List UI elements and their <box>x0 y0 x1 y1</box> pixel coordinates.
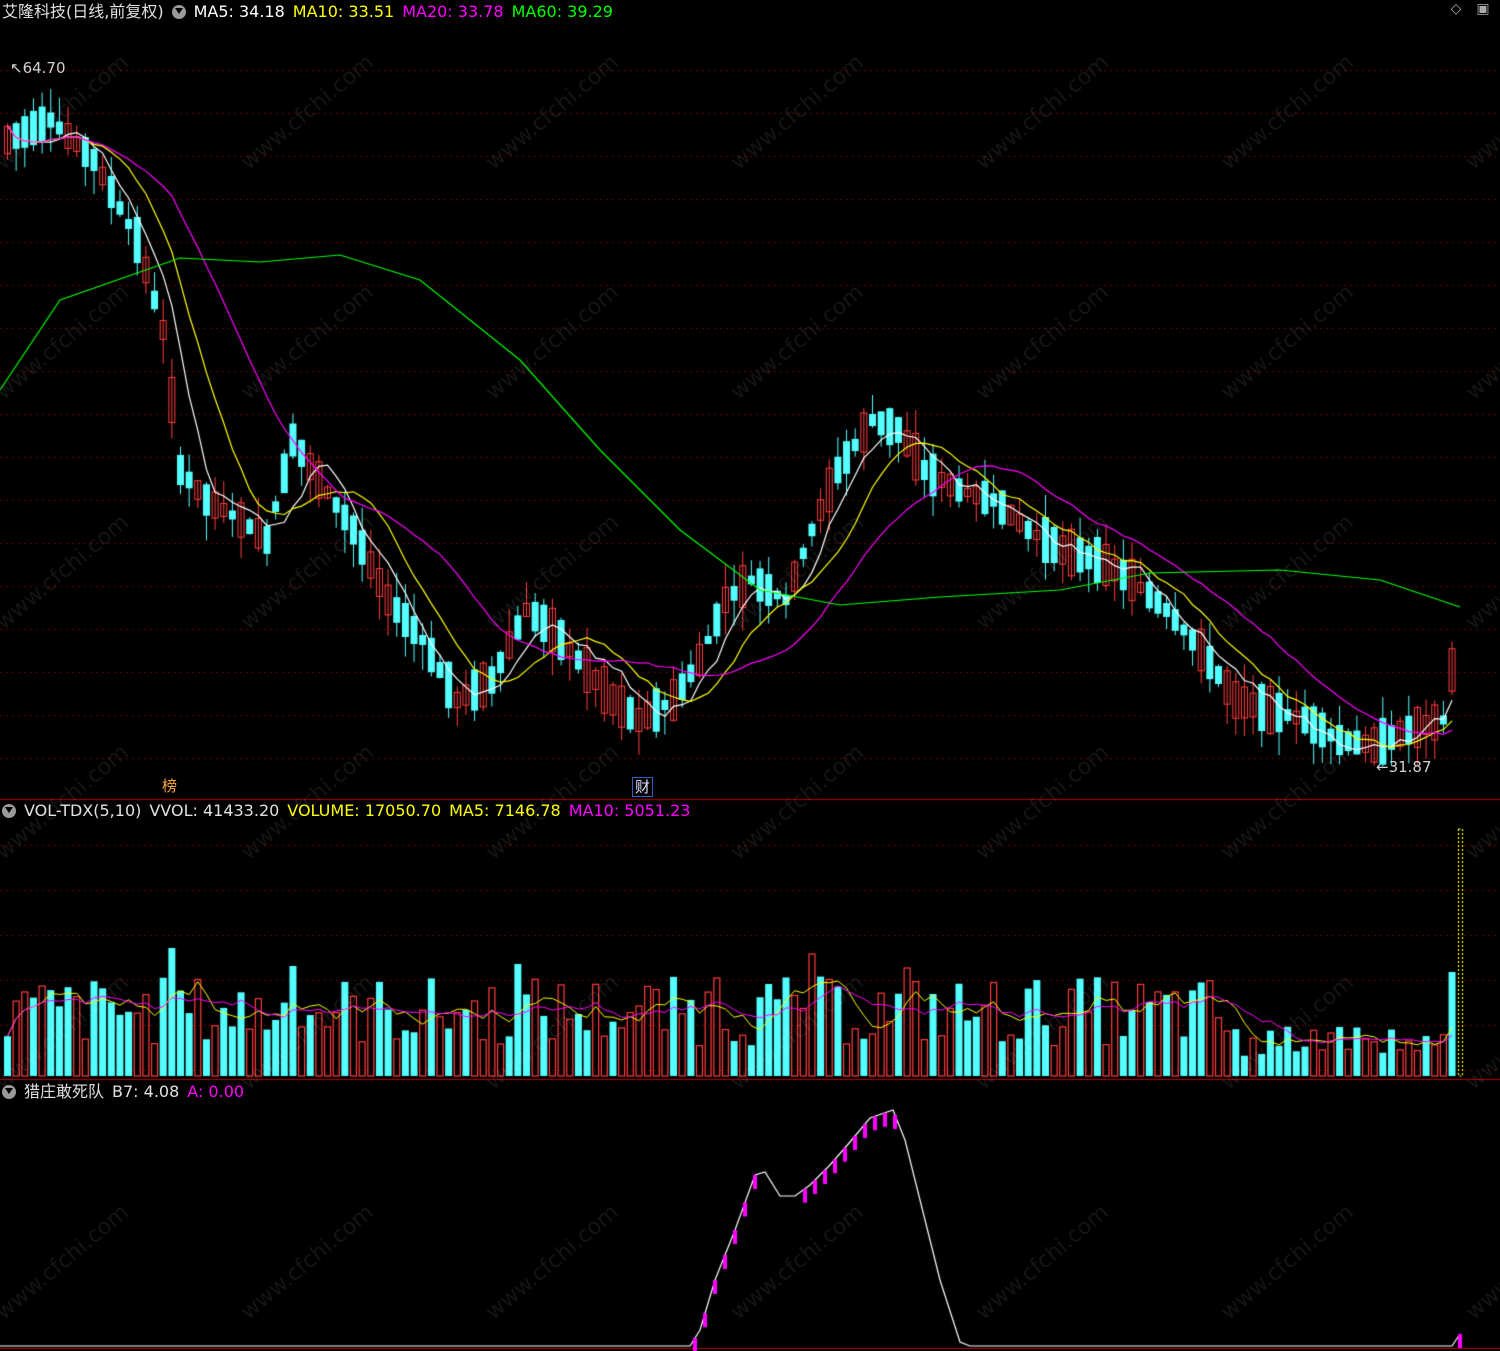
high-price-label: ↖64.70 <box>10 59 66 77</box>
indicator-panel-header: 猎庄敢死队 B7: 4.08 A: 0.00 <box>2 1081 252 1103</box>
ma5-readout: MA5: 34.18 <box>193 2 285 21</box>
kline-chart-canvas[interactable] <box>0 0 1500 1351</box>
volume-ma10-readout: MA10: 5051.23 <box>568 801 691 820</box>
ma10-readout: MA10: 33.51 <box>292 2 395 21</box>
a-readout: A: 0.00 <box>187 1082 245 1101</box>
dropdown-icon[interactable] <box>2 804 16 818</box>
main-panel-header: 艾隆科技(日线,前复权) MA5: 34.18 MA10: 33.51 MA20: 3… <box>2 1 621 23</box>
diamond-icon[interactable]: ◇ <box>1449 2 1463 16</box>
dragon-tiger-tag[interactable]: 榜 <box>160 777 179 795</box>
finance-tag[interactable]: 财 <box>632 777 654 797</box>
window-icon[interactable]: ▣ <box>1476 2 1490 16</box>
ma20-readout: MA20: 33.78 <box>402 2 504 21</box>
stock-title[interactable]: 艾隆科技(日线,前复权) <box>2 2 164 21</box>
dropdown-icon[interactable] <box>171 5 186 19</box>
vvol-readout: VVOL: 41433.20 <box>149 801 280 820</box>
volume-panel-header: VOL-TDX(5,10) VVOL: 41433.20 VOLUME: 17050… <box>2 800 698 822</box>
ma60-readout: MA60: 39.29 <box>511 2 613 21</box>
indicator-name[interactable]: 猎庄敢死队 <box>24 1082 104 1101</box>
b7-readout: B7: 4.08 <box>112 1082 180 1101</box>
low-price-label: ←31.87 <box>1376 758 1432 776</box>
